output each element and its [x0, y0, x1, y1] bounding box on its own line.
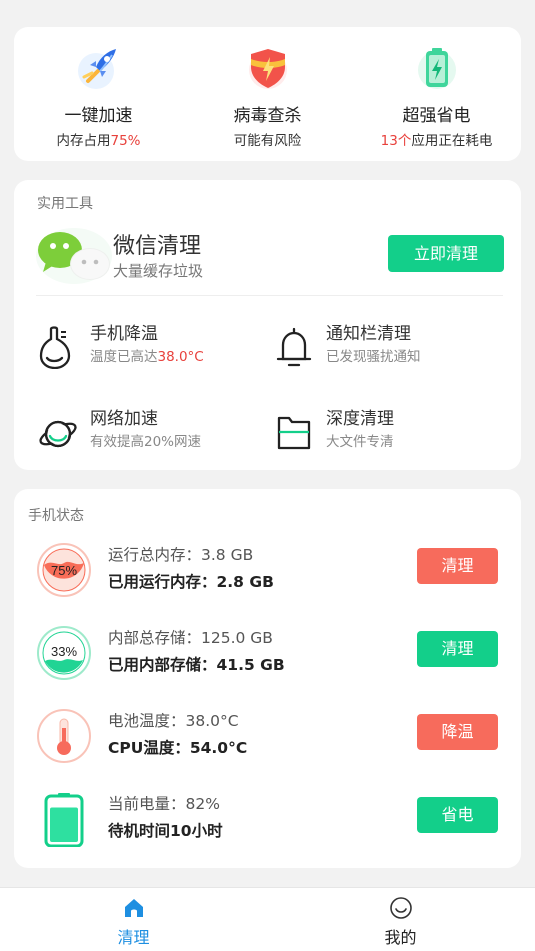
divider [36, 295, 503, 296]
power-save-button[interactable]: 省电 [417, 797, 498, 833]
memory-percent: 75% [110, 133, 141, 149]
clean-storage-button[interactable]: 清理 [417, 631, 498, 667]
wechat-icon [36, 228, 112, 284]
tab-label: 我的 [384, 928, 417, 947]
thermometer-icon [39, 326, 71, 369]
tab-mine[interactable]: 我的 [267, 888, 534, 951]
tool-notification-clean[interactable]: 通知栏清理 已发现骚扰通知 [274, 319, 504, 371]
wechat-clean-title: 微信清理 [113, 234, 202, 259]
tool-title: 网络加速 [90, 409, 158, 429]
bottom-tab-bar: 清理 我的 [0, 887, 535, 951]
tool-subtitle: 有效提高20%网速 [90, 434, 202, 450]
status-temperature: 电池温度：38.0°C CPU温度：54.0°C 降温 [14, 702, 521, 772]
tools-card: 实用工具 微信清理 大量缓存垃圾 立即清理 手机降温 温度已高达38.0°C 通 [14, 180, 521, 470]
wechat-clean-subtitle: 大量缓存垃圾 [113, 262, 204, 280]
battery-fill [50, 807, 78, 842]
status-line1: 运行总内存：3.8 GB [108, 546, 254, 564]
folder-icon [277, 416, 311, 450]
tool-phone-cooling[interactable]: 手机降温 温度已高达38.0°C [38, 319, 268, 371]
section-title: 实用工具 [37, 196, 93, 212]
shield-icon [248, 49, 287, 89]
tool-title: 手机降温 [90, 324, 158, 344]
clean-memory-button[interactable]: 清理 [417, 548, 498, 584]
quick-actions-card: 一键加速 内存占用75% 病毒查杀 可能有风险 超强省电 13个应用正在耗电 [14, 27, 521, 161]
storage-percent-badge: 33% [51, 644, 77, 659]
bell-icon [276, 327, 312, 367]
tool-title: 通知栏清理 [326, 324, 411, 344]
phone-status-card: 手机状态 75% 运行总内存：3.8 GB 已用运行内存：2.8 GB 清理 3… [14, 489, 521, 868]
storage-gauge-icon: 33% [37, 626, 91, 680]
status-battery: 当前电量：82% 待机时间10小时 省电 [14, 785, 521, 855]
home-icon [124, 899, 143, 917]
feature-title: 一键加速 [64, 106, 133, 126]
app-count: 13个 [380, 133, 412, 149]
status-storage: 33% 内部总存储：125.0 GB 已用内部存储：41.5 GB 清理 [14, 619, 521, 689]
feature-subtitle: 可能有风险 [233, 133, 302, 149]
tool-subtitle: 温度已高达38.0°C [90, 349, 204, 365]
status-line1: 当前电量：82% [108, 795, 220, 813]
memory-percent-badge: 75% [51, 563, 77, 578]
status-line2: 待机时间10小时 [108, 822, 223, 840]
battery-level-icon [44, 793, 84, 847]
status-line1: 内部总存储：125.0 GB [108, 629, 273, 647]
tool-deep-clean[interactable]: 深度清理 大文件专清 [274, 404, 504, 456]
clean-now-button[interactable]: 立即清理 [388, 235, 504, 272]
status-line2: CPU温度：54.0°C [108, 739, 248, 757]
planet-icon [39, 420, 77, 448]
cool-down-button[interactable]: 降温 [417, 714, 498, 750]
feature-title: 病毒查杀 [233, 106, 302, 126]
feature-title: 超强省电 [402, 106, 471, 126]
feature-subtitle: 内存占用75% [56, 133, 141, 149]
quick-accelerate[interactable]: 一键加速 内存占用75% [14, 27, 183, 161]
memory-gauge-icon: 75% [37, 543, 91, 597]
temperature-value: 38.0°C [157, 349, 204, 365]
status-line1: 电池温度：38.0°C [108, 712, 239, 730]
feature-subtitle: 13个应用正在耗电 [380, 133, 493, 149]
quick-virus-scan[interactable]: 病毒查杀 可能有风险 [183, 27, 352, 161]
tool-subtitle: 已发现骚扰通知 [326, 349, 421, 365]
quick-power-saving[interactable]: 超强省电 13个应用正在耗电 [352, 27, 521, 161]
tab-clean[interactable]: 清理 [0, 888, 267, 951]
smiley-icon [389, 897, 412, 919]
section-title: 手机状态 [28, 508, 84, 524]
battery-icon [417, 48, 456, 89]
tab-label: 清理 [117, 928, 150, 947]
tool-subtitle: 大文件专清 [326, 434, 394, 450]
temperature-icon [37, 709, 91, 763]
status-line2: 已用内部存储：41.5 GB [108, 656, 285, 674]
status-line2: 已用运行内存：2.8 GB [108, 573, 274, 591]
tool-title: 深度清理 [326, 409, 394, 429]
rocket-icon [77, 49, 116, 89]
status-memory: 75% 运行总内存：3.8 GB 已用运行内存：2.8 GB 清理 [14, 536, 521, 606]
tool-network-boost[interactable]: 网络加速 有效提高20%网速 [38, 404, 268, 456]
